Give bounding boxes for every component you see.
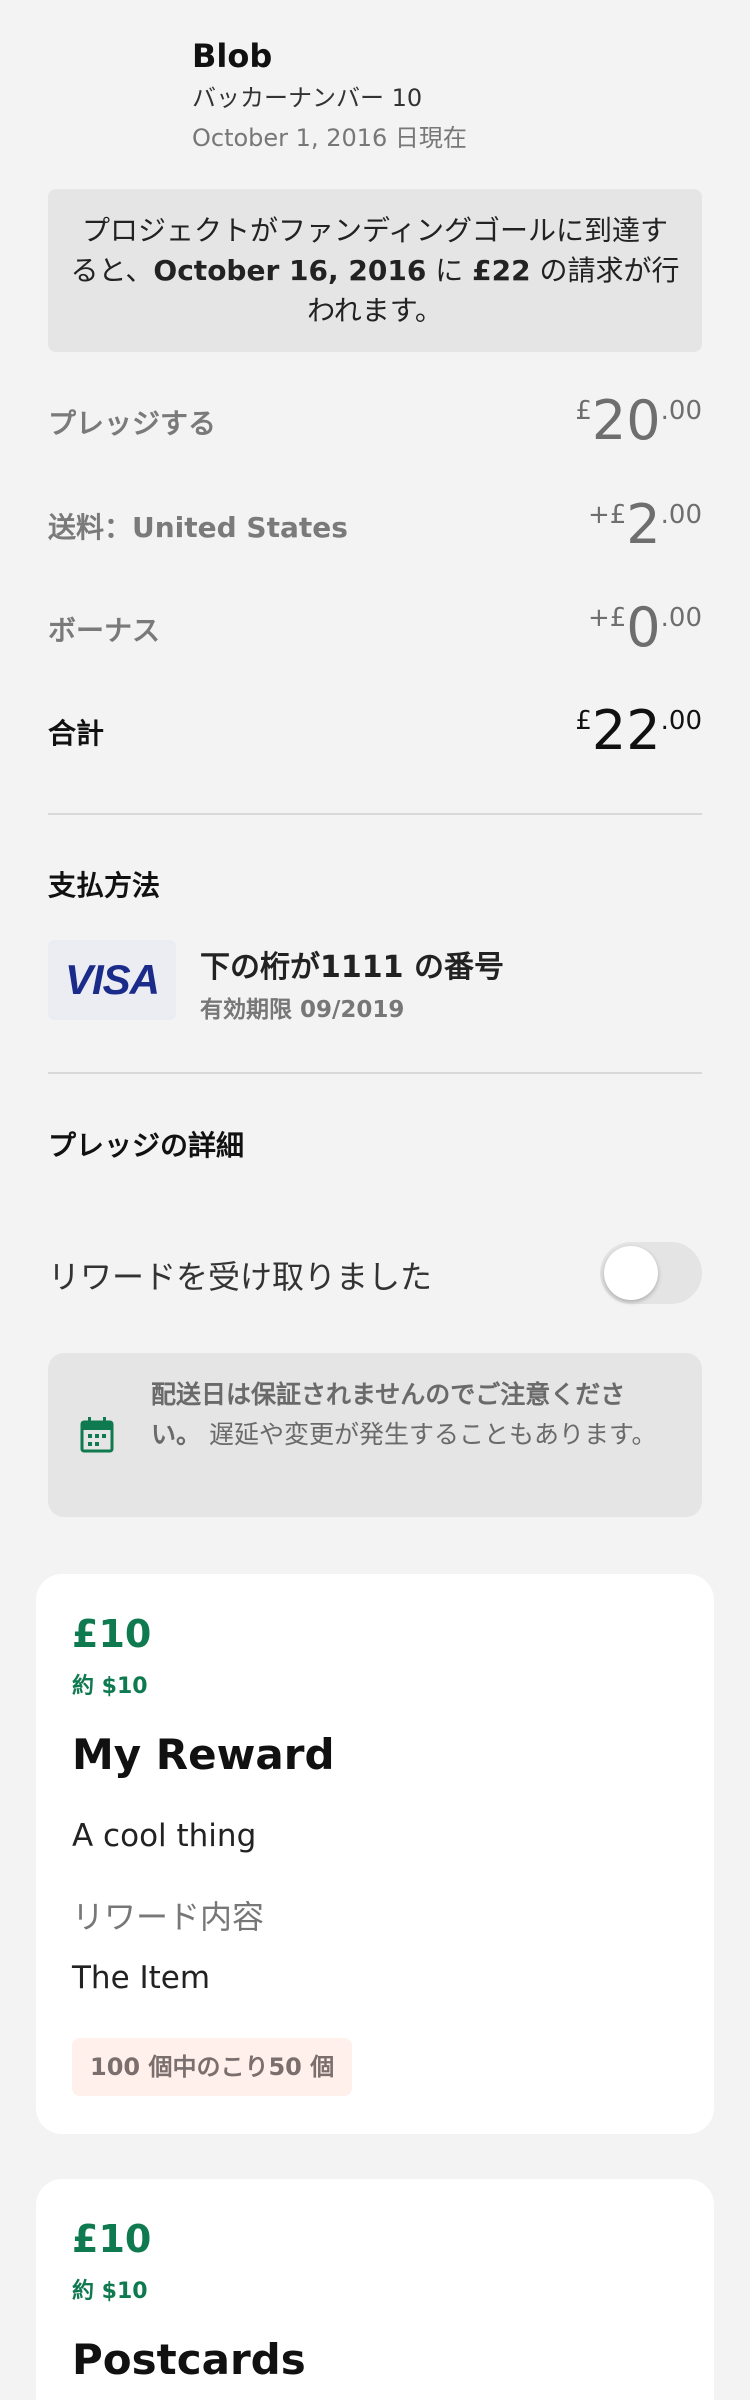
total-amount: £ 22 .00 — [575, 702, 702, 760]
reward-received-toggle[interactable] — [600, 1242, 702, 1304]
reward-title: My Reward — [72, 1730, 335, 1779]
reward-price: £10 — [72, 1612, 152, 1656]
pledge-amount-row: プレッジする £ 20 .00 — [48, 392, 702, 452]
card-brand: VISA — [64, 956, 160, 1003]
card-expiry: 有効期限 09/2019 — [200, 997, 405, 1023]
reward-title: Postcards — [72, 2335, 306, 2384]
currency-prefix: £ — [575, 396, 592, 426]
reward-approx-price: 約 $10 — [72, 1674, 148, 1699]
reward-card[interactable]: £10 約 $10 Postcards — [36, 2179, 714, 2400]
calendar-icon — [80, 1417, 114, 1453]
shipping-amount: +£ 2 .00 — [588, 496, 702, 554]
amount-cents: .00 — [660, 500, 702, 530]
reward-price: £10 — [72, 2217, 152, 2261]
currency-prefix: +£ — [587, 500, 627, 530]
amount-cents: .00 — [660, 706, 702, 736]
charge-notice: プロジェクトがファンディングゴールに到達すると、October 16, 2016… — [48, 189, 702, 352]
reward-description: A cool thing — [72, 1818, 257, 1854]
charge-notice-part2: に — [426, 253, 473, 287]
backer-header: Blob バッカーナンバー 10 October 1, 2016 日現在 — [192, 34, 467, 158]
amount-main: 20 — [591, 389, 661, 452]
backer-number: バッカーナンバー 10 — [192, 84, 423, 112]
charge-date: October 16, 2016 — [153, 253, 427, 287]
delivery-notice-text: 配送日は保証されませんのでご注意ください。 遅延や変更が発生することもあります。 — [151, 1375, 671, 1455]
amount-main: 2 — [626, 493, 661, 556]
toggle-knob — [604, 1246, 658, 1300]
as-of-date: October 1, 2016 日現在 — [192, 124, 467, 152]
currency-prefix: +£ — [587, 603, 627, 633]
reward-card[interactable]: £10 約 $10 My Reward A cool thing リワード内容 … — [36, 1574, 714, 2134]
bonus-amount: +£ 0 .00 — [588, 599, 702, 657]
reward-received-label: リワードを受け取りました — [48, 1258, 433, 1296]
currency-prefix: £ — [575, 706, 592, 736]
total-label: 合計 — [48, 717, 105, 750]
payment-method-title: 支払方法 — [48, 869, 161, 902]
pledge-details-title: プレッジの詳細 — [48, 1129, 245, 1162]
card-number-label: 下の桁が1111 の番号 — [200, 950, 504, 985]
total-row: 合計 £ 22 .00 — [48, 702, 702, 762]
bonus-label: ボーナス — [48, 614, 161, 647]
bonus-row: ボーナス +£ 0 .00 — [48, 599, 702, 659]
pledge-amount: £ 20 .00 — [575, 392, 702, 450]
divider — [48, 813, 702, 815]
amount-cents: .00 — [660, 603, 702, 633]
amount-main: 22 — [591, 699, 661, 762]
delivery-notice-rest: 遅延や変更が発生することもあります。 — [201, 1420, 657, 1449]
charge-amount: £22 — [472, 253, 531, 287]
divider — [48, 1072, 702, 1074]
shipping-row: 送料：United States +£ 2 .00 — [48, 496, 702, 556]
shipping-label: 送料：United States — [48, 511, 348, 544]
amount-cents: .00 — [660, 396, 702, 426]
delivery-notice: 配送日は保証されませんのでご注意ください。 遅延や変更が発生することもあります。 — [48, 1353, 702, 1517]
backer-name: Blob — [192, 37, 273, 75]
amount-main: 0 — [626, 596, 661, 659]
pledge-summary-page: Blob バッカーナンバー 10 October 1, 2016 日現在 プロジ… — [0, 0, 750, 2400]
visa-card-icon: VISA — [48, 940, 176, 1020]
reward-item: The Item — [72, 1960, 211, 1996]
charge-notice-text: プロジェクトがファンディングゴールに到達すると、October 16, 2016… — [70, 211, 680, 331]
pledge-label: プレッジする — [48, 407, 217, 440]
remaining-badge: 100 個中のこり50 個 — [72, 2038, 353, 2096]
reward-items-header: リワード内容 — [72, 1898, 265, 1936]
reward-approx-price: 約 $10 — [72, 2279, 148, 2304]
